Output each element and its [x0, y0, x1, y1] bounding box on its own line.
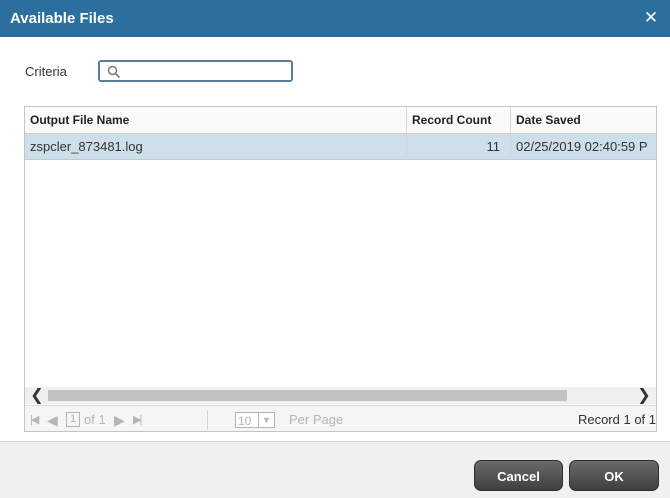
scroll-left-icon[interactable]: ❮ — [29, 387, 45, 404]
column-header-output-file-name[interactable]: Output File Name — [25, 107, 407, 134]
page-size-value: 10 — [238, 414, 252, 428]
scroll-right-icon[interactable]: ❯ — [636, 387, 652, 404]
column-header-record-count[interactable]: Record Count — [407, 107, 511, 134]
last-page-icon[interactable]: ▶| — [133, 412, 147, 428]
column-header-date-saved[interactable]: Date Saved — [511, 107, 656, 134]
page-count-label: of 1 — [84, 412, 106, 427]
cell-date-saved: 02/25/2019 02:40:59 P — [516, 139, 648, 154]
table-row[interactable]: zspcler_873481.log 11 02/25/2019 02:40:5… — [25, 134, 656, 160]
dialog-footer: Cancel OK — [0, 441, 670, 498]
first-page-icon[interactable]: |◀ — [30, 412, 44, 428]
files-grid: Output File Name Record Count Date Saved… — [24, 106, 657, 432]
chevron-down-icon[interactable]: ▼ — [258, 413, 274, 427]
close-icon[interactable]: ✕ — [642, 8, 660, 28]
previous-page-icon[interactable]: ◀ — [47, 412, 61, 428]
per-page-label: Per Page — [289, 412, 344, 427]
horizontal-scrollbar[interactable]: ❮ ❯ — [25, 387, 656, 404]
current-page-input[interactable]: 1 — [66, 412, 80, 427]
ok-button[interactable]: OK — [569, 460, 659, 491]
criteria-search-box[interactable] — [98, 60, 293, 82]
cell-file-name: zspcler_873481.log — [25, 134, 407, 160]
pager-bar: |◀ ◀ 1 of 1 ▶ ▶| 10 ▼ Per Page Record 1 … — [25, 405, 656, 431]
cell-record-count: 11 — [407, 134, 511, 160]
criteria-label: Criteria — [25, 64, 67, 79]
page-size-select[interactable]: 10 ▼ — [235, 412, 275, 428]
record-info: Record 1 of 1 — [577, 412, 656, 427]
grid-header: Output File Name Record Count Date Saved — [25, 107, 656, 134]
dialog-title: Available Files — [10, 10, 114, 27]
criteria-search-input[interactable] — [124, 63, 284, 79]
next-page-icon[interactable]: ▶ — [114, 412, 128, 428]
cancel-button[interactable]: Cancel — [474, 460, 563, 491]
search-icon — [107, 65, 121, 79]
scrollbar-thumb[interactable] — [48, 390, 567, 401]
pager-divider — [207, 410, 208, 430]
dialog-titlebar: Available Files ✕ — [0, 0, 670, 37]
